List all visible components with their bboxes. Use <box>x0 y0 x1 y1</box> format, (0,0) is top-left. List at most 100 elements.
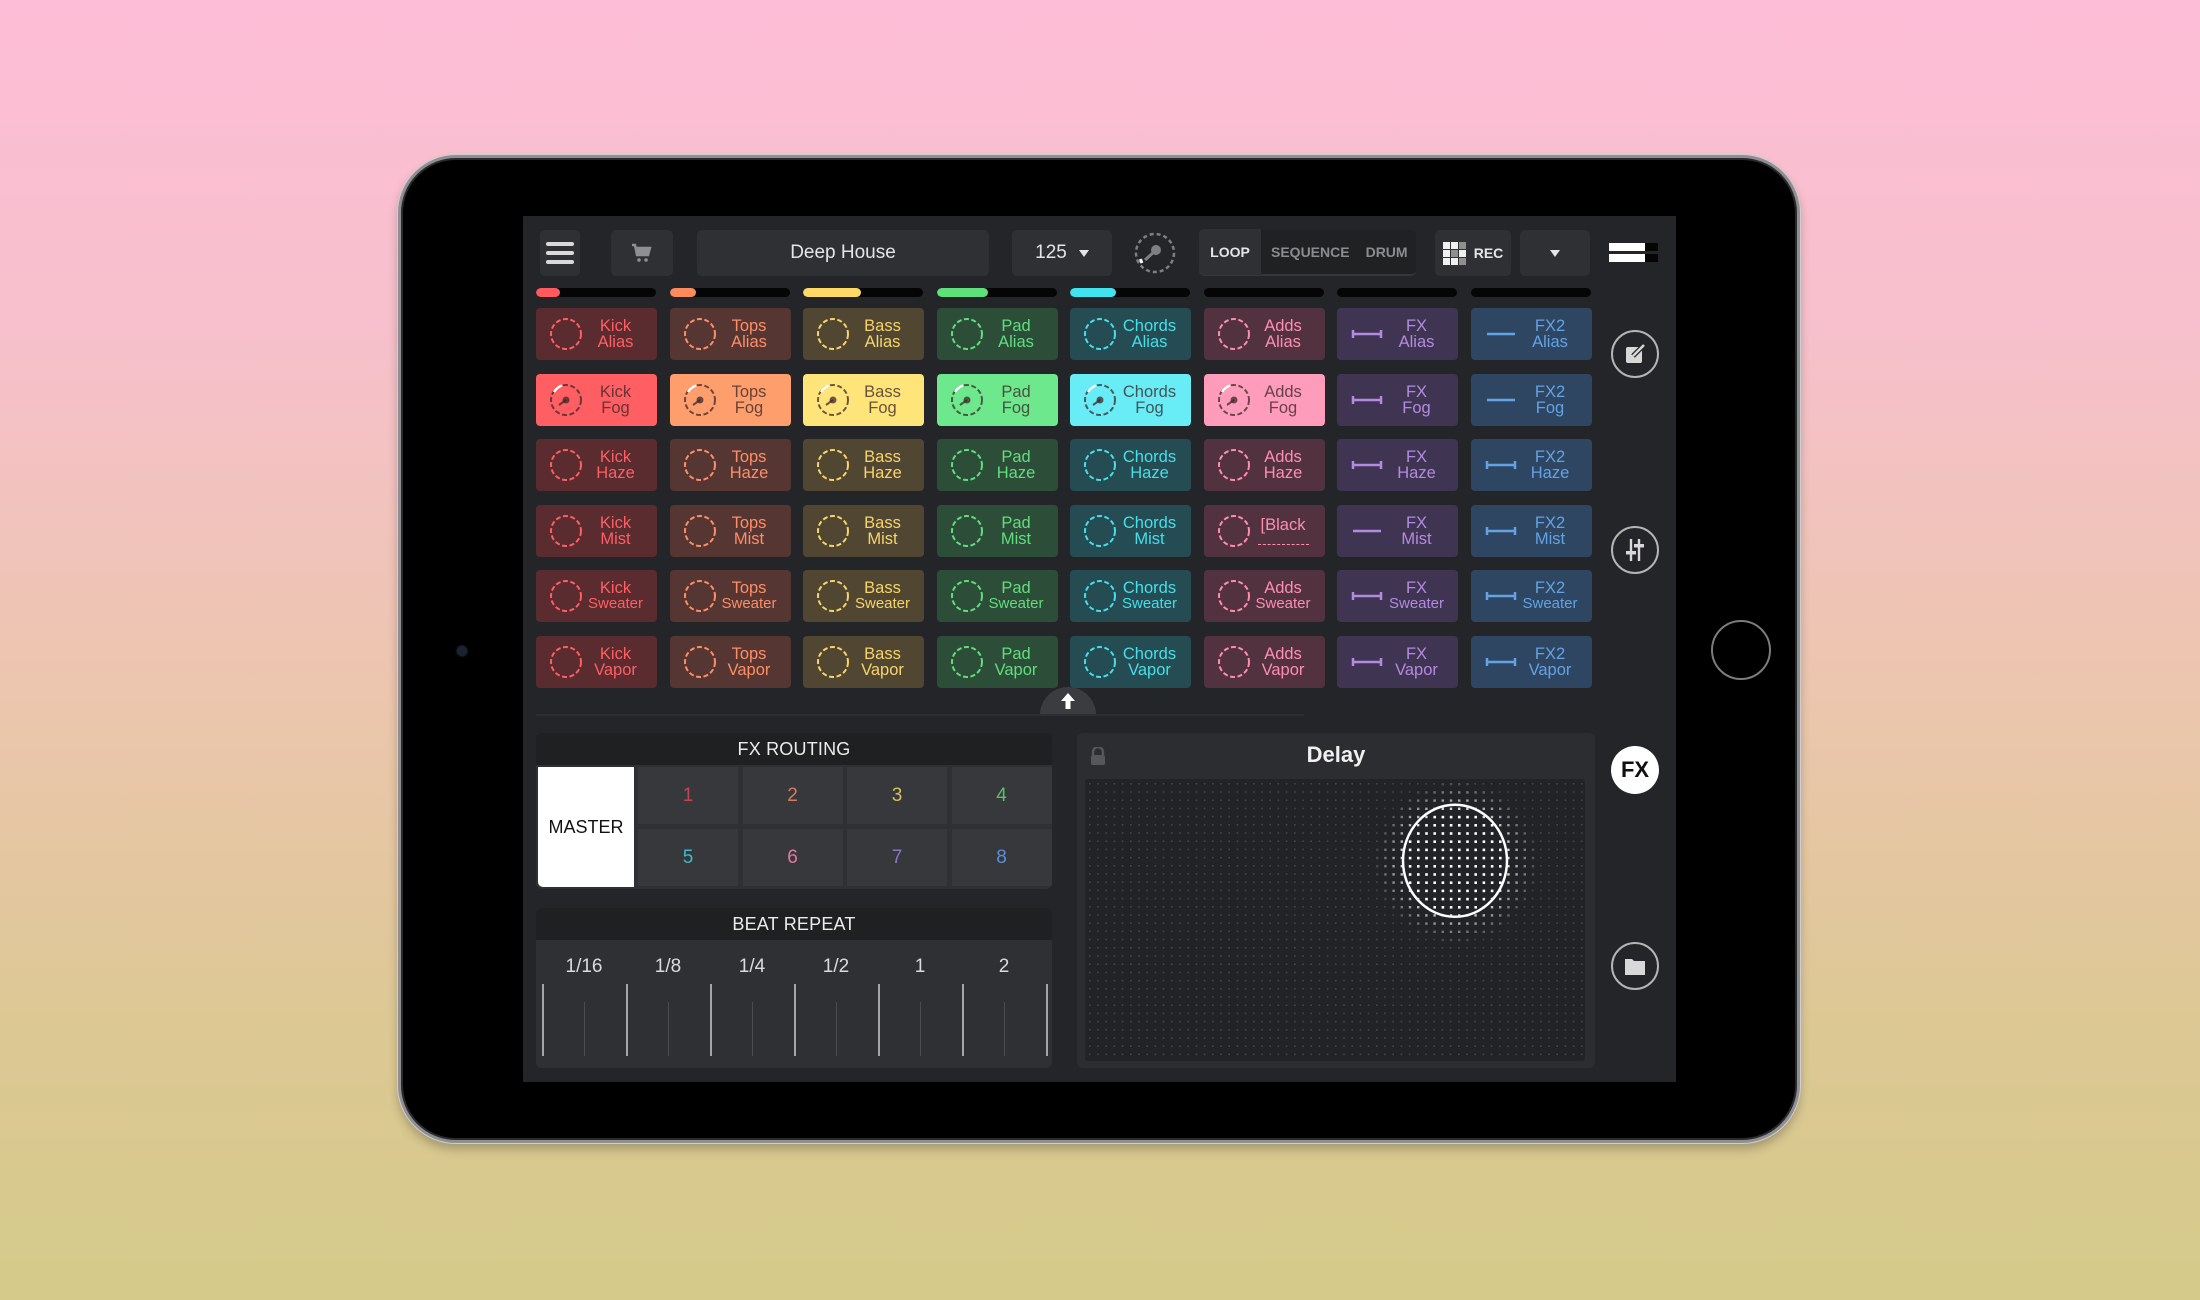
pad-fx2-vapor[interactable]: FX2 Vapor <box>1470 635 1592 688</box>
pad-tops-vapor[interactable]: Tops Vapor <box>669 635 791 688</box>
pad-bass-alias[interactable]: Bass Alias <box>803 308 924 360</box>
pad-pad-mist[interactable]: Pad Mist <box>936 504 1058 557</box>
kit-name-button[interactable]: Deep House <box>697 230 989 276</box>
pad-label-line-2: Sweater <box>721 595 777 612</box>
fx-bus-7[interactable]: 7 <box>847 829 947 886</box>
home-button[interactable] <box>1711 620 1771 680</box>
pad-kick-alias[interactable]: Kick Alias <box>536 308 657 360</box>
tempo-knob-icon[interactable] <box>1132 230 1178 276</box>
pad-adds-haze[interactable]: Adds Haze <box>1203 439 1325 491</box>
pad-tops-alias[interactable]: Tops Alias <box>669 308 791 360</box>
beat-repeat-option[interactable]: 1/4 <box>722 956 782 978</box>
pad-chords-fog[interactable]: Chords Fog <box>1070 373 1191 426</box>
fx-bus-1[interactable]: 1 <box>638 767 738 824</box>
pad-tops-mist[interactable]: Tops Mist <box>669 504 791 557</box>
menu-button[interactable] <box>540 230 580 276</box>
pad-fx-mist[interactable]: FX Mist <box>1337 504 1458 557</box>
expand-panel-button[interactable] <box>1040 687 1096 715</box>
lock-icon[interactable] <box>1089 747 1107 765</box>
store-button[interactable] <box>611 230 673 276</box>
pad-pad-alias[interactable]: Pad Alias <box>936 308 1058 360</box>
loop-circle-icon <box>813 316 853 352</box>
pad-adds-alias[interactable]: Adds Alias <box>1203 308 1325 360</box>
edit-button[interactable] <box>1611 330 1659 378</box>
pad-fx-sweater[interactable]: FX Sweater <box>1337 570 1458 622</box>
beat-repeat-option[interactable]: 1/16 <box>554 956 614 978</box>
pad-fx-haze[interactable]: FX Haze <box>1337 439 1458 491</box>
pad-tops-haze[interactable]: Tops Haze <box>669 439 791 491</box>
record-button[interactable]: REC <box>1435 230 1511 276</box>
beat-repeat-option[interactable]: 1 <box>890 956 950 978</box>
pad-adds-fog[interactable]: Adds Fog <box>1203 373 1325 426</box>
pad-fx2-alias[interactable]: FX2 Alias <box>1470 308 1592 360</box>
pad-pad-vapor[interactable]: Pad Vapor <box>936 635 1058 688</box>
xy-cursor-handle[interactable] <box>1401 803 1509 919</box>
pad-label: FX2 Haze <box>1521 449 1580 482</box>
beat-divider <box>1046 984 1048 1056</box>
pad-adds-mist[interactable]: [Black <box>1203 504 1325 557</box>
pad-kick-fog[interactable]: Kick Fog <box>536 373 657 426</box>
pad-bass-haze[interactable]: Bass Haze <box>803 439 924 491</box>
fx-bus-6[interactable]: 6 <box>742 829 843 886</box>
pad-bass-mist[interactable]: Bass Mist <box>803 504 924 557</box>
pad-tops-sweater[interactable]: Tops Sweater <box>669 570 791 622</box>
mixer-button[interactable] <box>1611 526 1659 574</box>
pad-label: Kick Vapor <box>586 645 645 678</box>
pad-kick-haze[interactable]: Kick Haze <box>536 439 657 491</box>
fx-line-icon <box>1347 459 1387 471</box>
options-dropdown-button[interactable] <box>1520 230 1590 276</box>
progress-fill <box>669 288 696 297</box>
pad-chords-sweater[interactable]: Chords Sweater <box>1070 570 1191 622</box>
pad-kick-vapor[interactable]: Kick Vapor <box>536 635 657 688</box>
pad-pad-fog[interactable]: Pad Fog <box>936 373 1058 426</box>
xy-pad[interactable] <box>1085 779 1585 1061</box>
pad-fx-vapor[interactable]: FX Vapor <box>1337 635 1458 688</box>
tab-sequence[interactable]: SEQUENCE <box>1265 229 1356 275</box>
tab-drum[interactable]: DRUM <box>1360 229 1414 275</box>
pad-label: Chords Haze <box>1120 449 1179 482</box>
pad-chords-haze[interactable]: Chords Haze <box>1070 439 1191 491</box>
channel-progress-fx <box>1337 288 1457 297</box>
pad-pad-haze[interactable]: Pad Haze <box>936 439 1058 491</box>
pad-chords-alias[interactable]: Chords Alias <box>1070 308 1191 360</box>
pad-fx2-haze[interactable]: FX2 Haze <box>1470 439 1592 491</box>
fx-bus-5[interactable]: 5 <box>638 829 738 886</box>
pad-adds-sweater[interactable]: Adds Sweater <box>1203 570 1325 622</box>
pad-fx2-sweater[interactable]: FX2 Sweater <box>1470 570 1592 622</box>
pad-label-line-1: Pad <box>1001 579 1031 597</box>
pad-bass-vapor[interactable]: Bass Vapor <box>803 635 924 688</box>
pad-label-line-1: FX2 <box>1534 579 1566 597</box>
pad-label: Bass Fog <box>853 383 912 416</box>
pad-fx-fog[interactable]: FX Fog <box>1337 373 1458 426</box>
pad-adds-vapor[interactable]: Adds Vapor <box>1203 635 1325 688</box>
pad-pad-sweater[interactable]: Pad Sweater <box>936 570 1058 622</box>
pad-chords-mist[interactable]: Chords Mist <box>1070 504 1191 557</box>
pad-label-line-2: Mist <box>867 529 898 548</box>
fx-button[interactable]: FX <box>1611 746 1659 794</box>
pad-fx2-fog[interactable]: FX2 Fog <box>1470 373 1592 426</box>
pad-label: FX2 Mist <box>1521 514 1580 547</box>
tempo-selector[interactable]: 125 <box>1012 230 1112 276</box>
beat-repeat-slider[interactable] <box>536 984 1052 1056</box>
tab-loop[interactable]: LOOP <box>1199 229 1261 275</box>
pad-bass-fog[interactable]: Bass Fog <box>803 373 924 426</box>
playing-loop-icon <box>813 382 853 418</box>
pad-tops-fog[interactable]: Tops Fog <box>669 373 791 426</box>
pad-label-line-2: Fog <box>1001 398 1031 417</box>
pad-fx-alias[interactable]: FX Alias <box>1337 308 1458 360</box>
master-route-button[interactable]: MASTER <box>538 767 634 887</box>
fx-bus-2[interactable]: 2 <box>742 767 843 824</box>
pad-kick-mist[interactable]: Kick Mist <box>536 504 657 557</box>
pad-fx2-mist[interactable]: FX2 Mist <box>1470 504 1592 557</box>
beat-repeat-option[interactable]: 1/2 <box>806 956 866 978</box>
fx-bus-4[interactable]: 4 <box>951 767 1052 824</box>
pad-chords-vapor[interactable]: Chords Vapor <box>1070 635 1191 688</box>
shopping-cart-icon <box>632 243 652 262</box>
fx-bus-8[interactable]: 8 <box>951 829 1052 886</box>
pad-kick-sweater[interactable]: Kick Sweater <box>536 570 657 622</box>
beat-repeat-option[interactable]: 1/8 <box>638 956 698 978</box>
beat-repeat-option[interactable]: 2 <box>974 956 1034 978</box>
browse-button[interactable] <box>1611 942 1659 990</box>
fx-bus-3[interactable]: 3 <box>847 767 947 824</box>
pad-bass-sweater[interactable]: Bass Sweater <box>803 570 924 622</box>
